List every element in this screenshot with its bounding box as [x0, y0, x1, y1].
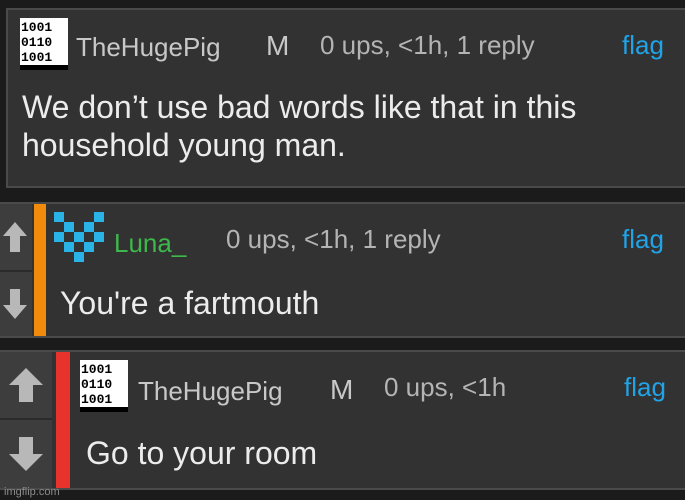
comment-accent-bar — [56, 352, 70, 488]
svg-text:1001: 1001 — [81, 362, 112, 377]
svg-text:1001: 1001 — [81, 392, 112, 407]
user-avatar[interactable]: 1001 0110 1001 — [80, 360, 128, 417]
comment-meta: 0 ups, <1h, 1 reply — [226, 224, 441, 254]
moderator-badge: M — [330, 374, 354, 405]
up-arrow-icon — [9, 368, 43, 402]
username[interactable]: TheHugePig — [76, 32, 221, 63]
flag-link[interactable]: flag — [622, 30, 664, 61]
svg-text:0110: 0110 — [21, 35, 52, 50]
vote-column — [0, 352, 52, 488]
comment-meta: 0 ups, <1h, 1 reply — [320, 30, 535, 60]
comment-meta: 0 ups, <1h — [384, 372, 507, 402]
user-avatar[interactable]: 1001 0110 1001 — [20, 18, 68, 75]
vote-column — [0, 204, 32, 336]
moderator-badge: M — [266, 30, 290, 61]
comment-body: You're a fartmouth — [60, 285, 320, 321]
username[interactable]: TheHugePig — [138, 376, 283, 407]
down-arrow-icon — [9, 437, 43, 471]
comment-body: Go to your room — [86, 435, 318, 471]
flag-link[interactable]: flag — [622, 224, 664, 255]
flag-link[interactable]: flag — [624, 372, 666, 403]
downvote-button[interactable] — [0, 272, 32, 336]
comment-accent-bar — [34, 204, 46, 336]
down-arrow-icon — [3, 289, 27, 319]
comment-body-line: household young man. — [22, 127, 346, 163]
comment-1: 1001 0110 1001 TheHugePig M 0 ups, <1h, … — [6, 8, 685, 188]
binary-grid-avatar-icon: 1001 0110 1001 — [80, 360, 128, 412]
downvote-button[interactable] — [0, 420, 52, 488]
svg-text:1001: 1001 — [21, 20, 52, 35]
comment-3: 1001 0110 1001 TheHugePig M 0 ups, <1h f… — [0, 350, 685, 490]
comment-2: Luna_ 0 ups, <1h, 1 reply flag You're a … — [0, 202, 685, 338]
upvote-button[interactable] — [0, 352, 52, 420]
up-arrow-icon — [3, 222, 27, 252]
username[interactable]: Luna_ — [114, 228, 186, 259]
svg-text:1001: 1001 — [21, 50, 52, 65]
binary-grid-avatar-icon: 1001 0110 1001 — [20, 18, 68, 70]
comment-body-line: We don’t use bad words like that in this — [22, 89, 577, 125]
blue-pixel-avatar-icon — [54, 212, 104, 262]
watermark: imgflip.com — [4, 486, 60, 498]
svg-text:0110: 0110 — [81, 377, 112, 392]
user-avatar[interactable] — [54, 212, 104, 267]
upvote-button[interactable] — [0, 204, 32, 272]
